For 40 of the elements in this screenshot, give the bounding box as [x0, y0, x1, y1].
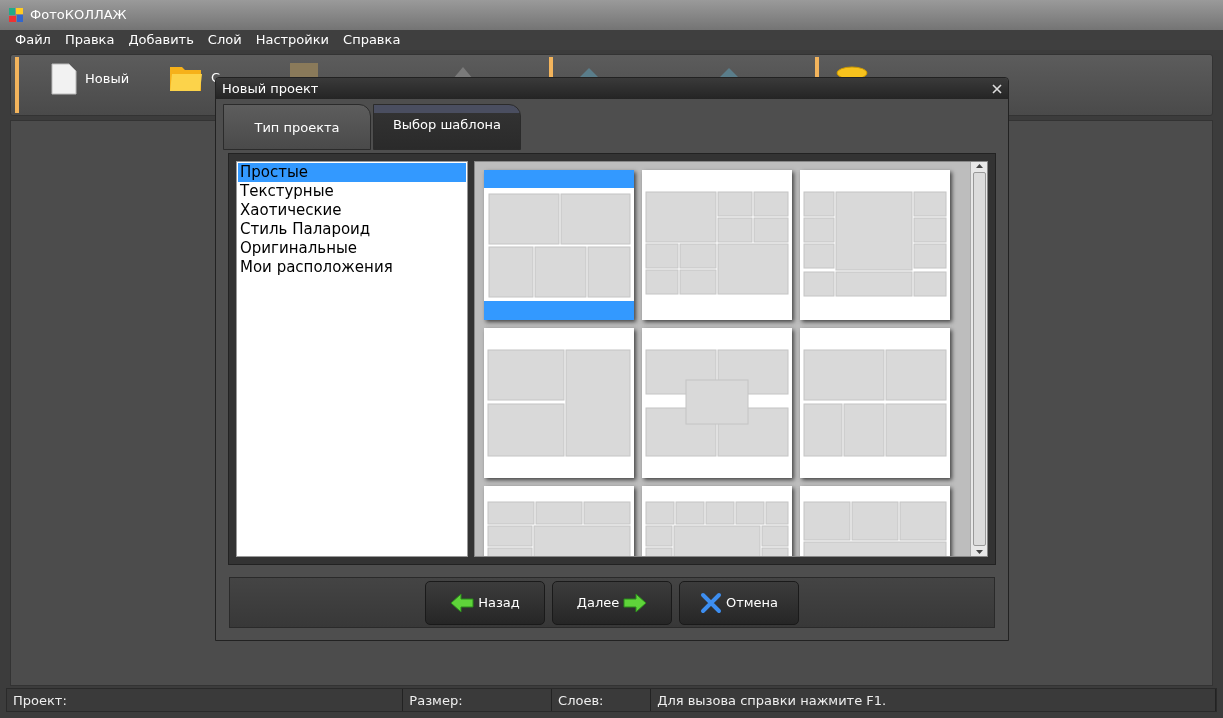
- template-thumbnail[interactable]: [484, 170, 634, 321]
- scrollbar[interactable]: [970, 162, 987, 557]
- template-thumbnail[interactable]: [642, 170, 792, 321]
- scroll-down-icon[interactable]: [975, 550, 983, 555]
- back-button[interactable]: Назад: [425, 580, 545, 625]
- menu-item[interactable]: Настройки: [255, 30, 330, 50]
- coins-icon[interactable]: [835, 63, 869, 79]
- tab[interactable]: Выбор шаблона: [373, 104, 521, 151]
- menu-item[interactable]: Слой: [207, 30, 242, 50]
- category-item[interactable]: Оригинальные: [238, 239, 466, 259]
- category-item[interactable]: Хаотические: [238, 201, 466, 221]
- right-arrow-icon: [623, 592, 648, 613]
- menu-item[interactable]: Файл: [15, 30, 51, 50]
- document-icon[interactable]: [51, 63, 77, 95]
- dialog-title: Новый проект: [222, 79, 319, 98]
- category-item[interactable]: Мои расположения: [238, 258, 466, 278]
- status-field: Размер:: [403, 689, 553, 711]
- status-field: Проект:: [7, 689, 404, 711]
- next-button[interactable]: Далее: [552, 580, 672, 625]
- tab[interactable]: Тип проекта: [223, 104, 371, 151]
- app-logo-icon: [8, 7, 24, 23]
- cancel-icon: [699, 591, 722, 614]
- category-item[interactable]: Простые: [238, 163, 466, 183]
- toolbar-label[interactable]: Новый: [85, 69, 130, 89]
- status-field: Слоев:: [552, 689, 652, 711]
- menu-item[interactable]: Справка: [343, 30, 401, 50]
- cancel-button[interactable]: Отмена: [679, 580, 799, 625]
- template-thumbnail[interactable]: [800, 170, 950, 321]
- template-thumbnail[interactable]: [484, 328, 634, 479]
- template-thumbnail[interactable]: [800, 328, 950, 479]
- window-title: ФотоКОЛЛАЖ: [30, 6, 127, 25]
- scroll-up-icon[interactable]: [975, 164, 983, 169]
- menu-item[interactable]: Правка: [64, 30, 115, 50]
- status-field: Для вызова справки нажмите F1.: [651, 689, 1216, 711]
- menu-item[interactable]: Добавить: [128, 30, 194, 50]
- close-icon[interactable]: [992, 83, 1002, 94]
- category-item[interactable]: Текстурные: [238, 182, 466, 202]
- template-thumbnail[interactable]: [642, 328, 792, 479]
- left-arrow-icon: [450, 592, 475, 613]
- category-item[interactable]: Стиль Палароид: [238, 220, 466, 240]
